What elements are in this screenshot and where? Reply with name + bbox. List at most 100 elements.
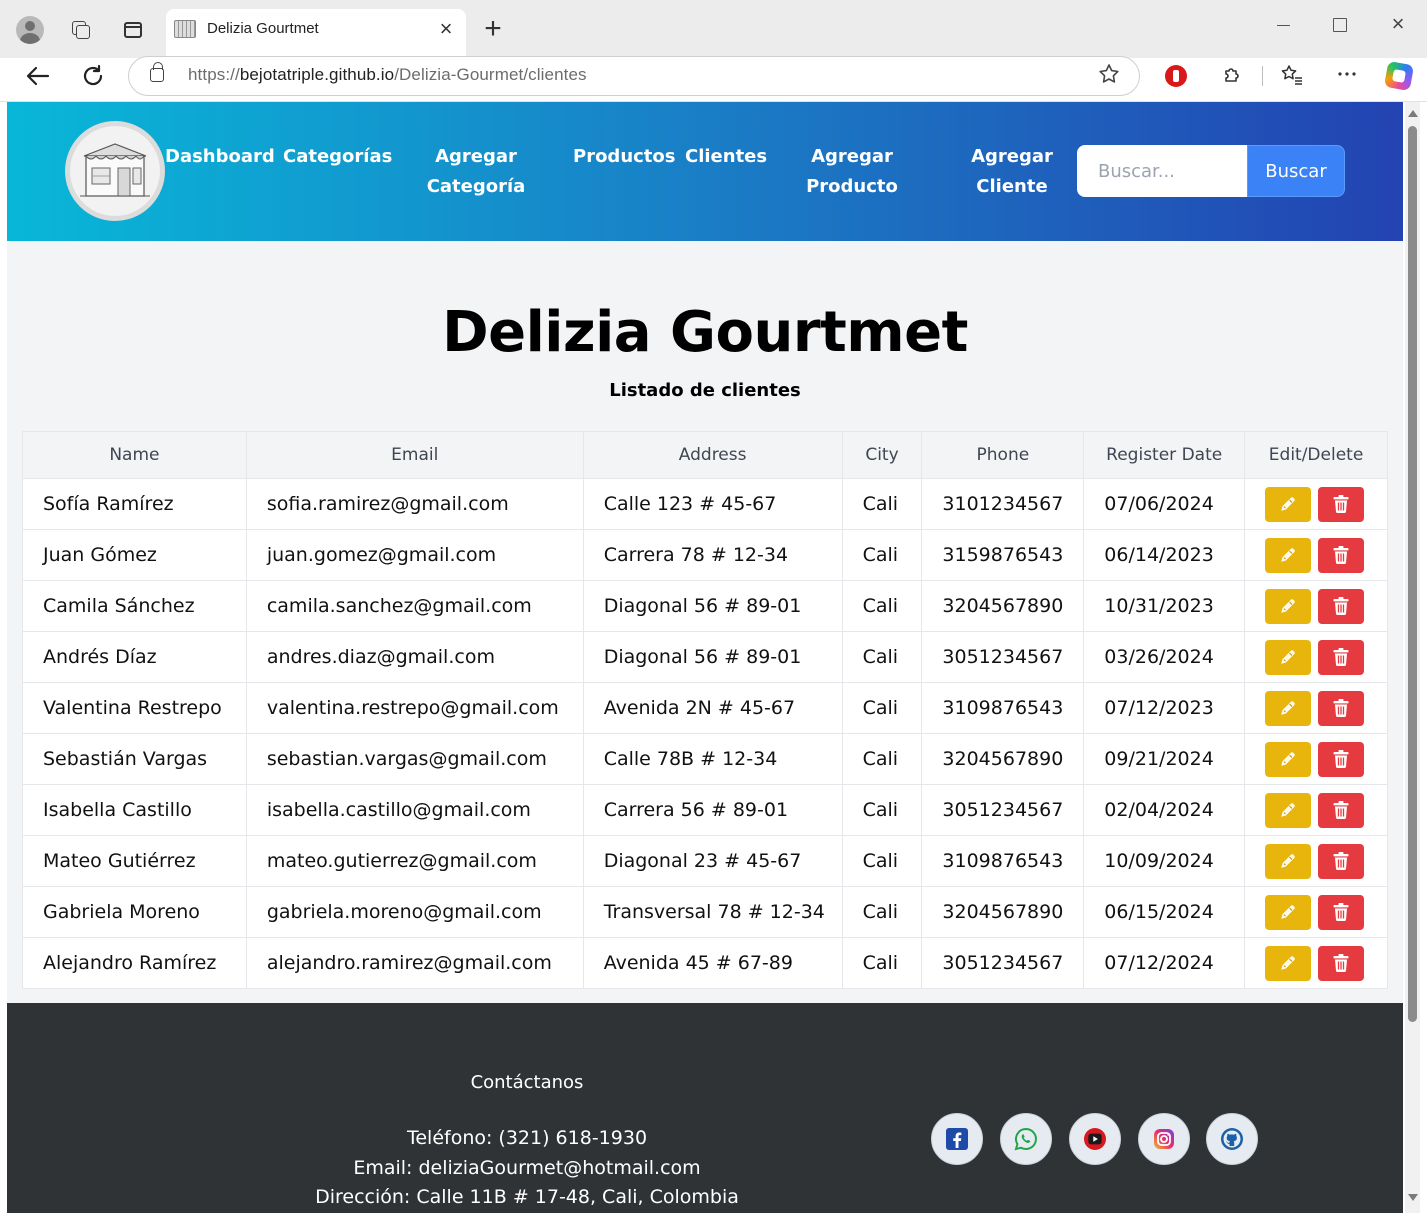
table-row: Sebastián Vargas sebastian.vargas@gmail.c… [22, 733, 1388, 785]
window-minimize-icon[interactable] [1274, 12, 1294, 32]
edit-button[interactable] [1265, 537, 1312, 573]
contact-title: Contáctanos [470, 1072, 584, 1093]
cell-email: gabriela.moreno@gmail.com [245, 886, 584, 938]
pencil-icon [1279, 546, 1297, 564]
url-text[interactable]: https://bejotatriple.github.io/Delizia-G… [188, 65, 587, 85]
lock-icon[interactable] [150, 62, 164, 82]
delete-button[interactable] [1318, 486, 1365, 522]
nav-dashboard[interactable]: Dashboard [165, 142, 275, 172]
column-header-city[interactable]: City [841, 431, 923, 479]
instagram-icon[interactable] [1138, 1113, 1190, 1165]
trash-icon [1332, 851, 1350, 871]
nav-agregar-cliente[interactable]: Agregar Cliente [962, 142, 1062, 202]
tab-close-icon[interactable]: × [436, 17, 456, 41]
search-button[interactable]: Buscar [1247, 145, 1345, 197]
table-row: Alejandro Ramírez alejandro.ramirez@gmail… [22, 937, 1388, 989]
cell-phone: 3204567890 [921, 580, 1085, 632]
edit-button[interactable] [1265, 894, 1312, 930]
delete-button[interactable] [1318, 792, 1365, 828]
trash-icon [1332, 953, 1350, 973]
favorite-star-icon[interactable] [1097, 62, 1121, 86]
cell-city: Cali [841, 580, 923, 632]
nav-agregar-producto[interactable]: Agregar Producto [802, 142, 902, 202]
search-input[interactable] [1077, 145, 1249, 197]
cell-register-date: 06/15/2024 [1083, 886, 1246, 938]
github-icon[interactable] [1206, 1113, 1258, 1165]
extension-shield-icon[interactable] [1165, 65, 1187, 87]
cell-name: Alejandro Ramírez [22, 937, 247, 989]
column-header-address[interactable]: Address [582, 431, 843, 479]
cell-email: juan.gomez@gmail.com [245, 529, 584, 581]
cell-name: Mateo Gutiérrez [22, 835, 247, 887]
trash-icon [1332, 800, 1350, 820]
cell-phone: 3204567890 [921, 886, 1085, 938]
nav-productos[interactable]: Productos [573, 142, 676, 172]
table-row: Isabella Castillo isabella.castillo@gmail… [22, 784, 1388, 836]
delete-button[interactable] [1318, 945, 1365, 981]
edit-button[interactable] [1265, 945, 1312, 981]
edit-button[interactable] [1265, 843, 1312, 879]
delete-button[interactable] [1318, 843, 1365, 879]
cell-city: Cali [841, 835, 923, 887]
edit-button[interactable] [1265, 690, 1312, 726]
cell-email: andres.diaz@gmail.com [245, 631, 584, 683]
delete-button[interactable] [1318, 894, 1365, 930]
delete-button[interactable] [1318, 639, 1365, 675]
delete-button[interactable] [1318, 690, 1365, 726]
edit-button[interactable] [1265, 741, 1312, 777]
more-menu-icon[interactable] [1335, 62, 1359, 86]
scroll-down-arrow-icon[interactable] [1408, 1194, 1418, 1201]
profile-avatar[interactable] [16, 16, 44, 44]
scrollbar-thumb[interactable] [1408, 126, 1417, 1022]
cell-register-date: 07/12/2024 [1083, 937, 1246, 989]
edit-button[interactable] [1265, 588, 1312, 624]
browser-tab-title[interactable]: Delizia Gourtmet [207, 20, 319, 37]
page-title: Delizia Gourtmet [442, 300, 968, 365]
copilot-icon[interactable] [1383, 60, 1415, 92]
nav-agregar-categoria[interactable]: Agregar Categoría [426, 142, 526, 202]
tab-actions-icon[interactable] [66, 16, 94, 44]
edit-button[interactable] [1265, 639, 1312, 675]
column-header-phone[interactable]: Phone [921, 431, 1085, 479]
pencil-icon [1279, 648, 1297, 666]
cell-email: mateo.gutierrez@gmail.com [245, 835, 584, 887]
column-header-name[interactable]: Name [22, 431, 247, 479]
back-arrow-icon[interactable] [24, 62, 52, 90]
favorites-list-icon[interactable] [1280, 63, 1304, 87]
scroll-up-arrow-icon[interactable] [1408, 110, 1418, 117]
nav-agregar-categoria-line2: Categoría [426, 176, 526, 197]
trash-icon [1332, 698, 1350, 718]
delete-button[interactable] [1318, 588, 1365, 624]
delete-button[interactable] [1318, 537, 1365, 573]
vertical-tabs-icon[interactable] [119, 16, 147, 44]
site-header: Dashboard Categorías Agregar Categoría P… [7, 102, 1403, 241]
trash-icon [1332, 494, 1350, 514]
delete-button[interactable] [1318, 741, 1365, 777]
table-row: Camila Sánchez camila.sanchez@gmail.com Di… [22, 580, 1388, 632]
window-close-icon[interactable]: × [1388, 12, 1408, 36]
store-logo[interactable] [65, 121, 165, 221]
cell-register-date: 10/31/2023 [1083, 580, 1246, 632]
nav-clientes[interactable]: Clientes [685, 142, 767, 172]
column-header-email[interactable]: Email [245, 431, 584, 479]
cell-email: valentina.restrepo@gmail.com [245, 682, 584, 734]
whatsapp-icon[interactable] [1000, 1113, 1052, 1165]
new-tab-icon[interactable]: + [480, 14, 506, 44]
cell-city: Cali [841, 631, 923, 683]
extensions-puzzle-icon[interactable] [1221, 64, 1243, 86]
contact-phone: Teléfono: (321) 618-1930 [406, 1127, 648, 1149]
column-header-register-date[interactable]: Register Date [1083, 431, 1246, 479]
youtube-icon[interactable] [1069, 1113, 1121, 1165]
facebook-icon[interactable] [931, 1113, 983, 1165]
edit-button[interactable] [1265, 792, 1312, 828]
cell-actions [1244, 835, 1388, 887]
cell-phone: 3109876543 [921, 835, 1085, 887]
cell-actions [1244, 529, 1388, 581]
nav-categorias[interactable]: Categorías [283, 142, 392, 172]
edit-button[interactable] [1265, 486, 1312, 522]
window-maximize-icon[interactable] [1333, 18, 1347, 32]
cell-register-date: 07/06/2024 [1083, 478, 1246, 530]
cell-actions [1244, 733, 1388, 785]
cell-name: Isabella Castillo [22, 784, 247, 836]
refresh-icon[interactable] [79, 62, 107, 90]
